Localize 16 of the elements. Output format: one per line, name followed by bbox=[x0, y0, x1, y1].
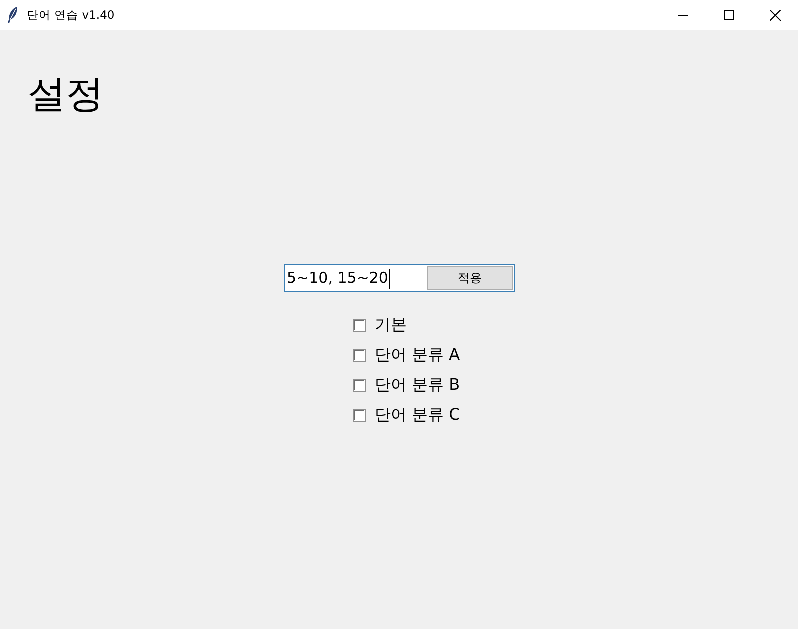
checkbox[interactable] bbox=[353, 408, 366, 422]
text-cursor-icon bbox=[389, 268, 390, 289]
checkbox-label[interactable]: 단어 분류 A bbox=[375, 343, 460, 367]
range-input[interactable]: 5~10, 15~20 bbox=[285, 265, 426, 291]
close-icon bbox=[770, 10, 780, 20]
maximize-icon bbox=[724, 10, 734, 20]
checkbox-label[interactable]: 단어 분류 B bbox=[375, 373, 460, 397]
feather-icon bbox=[8, 7, 18, 23]
checkbox[interactable] bbox=[353, 318, 366, 332]
page-heading: 설정 bbox=[28, 71, 104, 118]
checkbox-label[interactable]: 기본 bbox=[375, 313, 407, 337]
checkbox[interactable] bbox=[353, 378, 366, 392]
checkbox-label[interactable]: 단어 분류 C bbox=[375, 403, 460, 427]
checkbox[interactable] bbox=[353, 348, 366, 362]
window-title: 단어 연습 v1.40 bbox=[27, 7, 115, 24]
apply-button[interactable]: 적용 bbox=[427, 266, 513, 290]
